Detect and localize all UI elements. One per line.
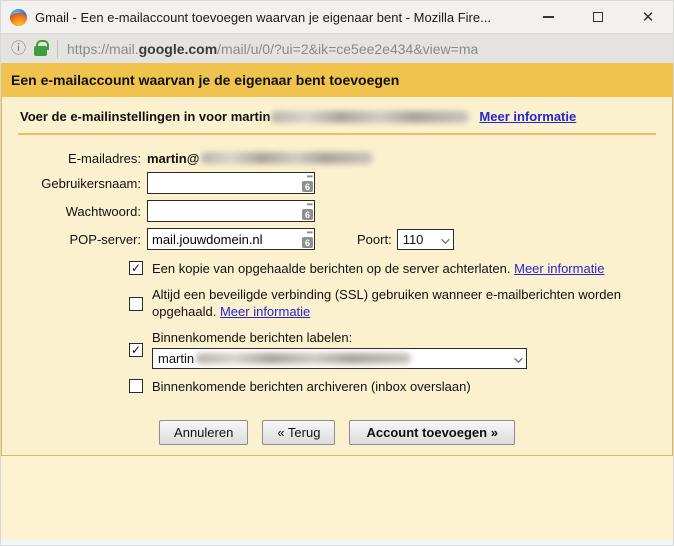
keep-copy-row: ✓ Een kopie van opgehaalde berichten op …: [2, 260, 672, 277]
minimize-icon: [543, 16, 554, 18]
redacted-email-blur: [271, 111, 469, 123]
close-icon: ✕: [642, 10, 655, 25]
redacted-email-blur: [201, 152, 373, 164]
url-path: /mail/u/0/?ui=2&ik=ce5ee2e434&view=ma: [217, 41, 478, 57]
email-address-row: E-mailadres: martin@: [2, 149, 672, 167]
keep-copy-more-info-link[interactable]: Meer informatie: [514, 261, 604, 276]
keep-copy-text: Een kopie van opgehaalde berichten op de…: [152, 260, 604, 277]
dialog-panel: Voer de e-mailinstellingen in voor marti…: [1, 97, 673, 456]
add-account-button[interactable]: Account toevoegen »: [349, 420, 514, 445]
window-controls: ✕: [523, 1, 673, 33]
pop-server-label: POP-server:: [2, 232, 147, 247]
intro-more-info-link[interactable]: Meer informatie: [479, 109, 576, 124]
cancel-button[interactable]: Annuleren: [159, 420, 248, 445]
ssl-checkbox[interactable]: ✓: [129, 297, 143, 311]
chevron-down-icon: [514, 354, 522, 362]
maximize-button[interactable]: [573, 1, 623, 33]
intro-line: Voer de e-mailinstellingen in voor marti…: [2, 97, 672, 124]
password-row: Wachtwoord: ••• 6: [2, 200, 672, 222]
email-address-value: martin@: [147, 151, 199, 166]
maximize-icon: [593, 12, 603, 22]
redacted-label-blur: [196, 353, 411, 364]
port-select[interactable]: 110: [397, 229, 454, 250]
secure-lock-icon[interactable]: [34, 46, 47, 56]
title-bar: Gmail - Een e-mailaccount toevoegen waar…: [1, 1, 673, 33]
url-domain: google.com: [139, 41, 218, 57]
checkmark-icon: ✓: [131, 262, 141, 274]
archive-checkbox[interactable]: ✓: [129, 379, 143, 393]
page-info-icon[interactable]: ⓘ: [11, 41, 26, 56]
username-row: Gebruikersnaam: ••• 6: [2, 172, 672, 194]
options-section: ✓ Een kopie van opgehaalde berichten op …: [2, 260, 672, 395]
url-text[interactable]: https://mail.google.com/mail/u/0/?ui=2&i…: [67, 41, 478, 57]
port-select-value: 110: [403, 232, 424, 247]
ssl-row: ✓ Altijd een beveiligde verbinding (SSL)…: [2, 286, 672, 320]
ssl-text: Altijd een beveiligde verbinding (SSL) g…: [152, 286, 632, 320]
button-bar: Annuleren « Terug Account toevoegen »: [2, 420, 672, 445]
password-manager-icon: ••• 6: [297, 174, 313, 193]
label-column: Binnenkomende berichten labelen: martin: [152, 329, 527, 369]
close-button[interactable]: ✕: [623, 1, 673, 33]
url-prefix: https://mail.: [67, 41, 139, 57]
browser-window: Gmail - Een e-mailaccount toevoegen waar…: [0, 0, 674, 546]
label-checkbox[interactable]: ✓: [129, 343, 143, 357]
dialog-title: Een e-mailaccount waarvan je de eigenaar…: [11, 72, 399, 88]
label-select-value: martin: [158, 351, 194, 366]
page-background: [1, 456, 673, 540]
email-address-label: E-mailadres:: [2, 151, 147, 166]
label-row: ✓ Binnenkomende berichten labelen: marti…: [2, 329, 672, 369]
intro-text: Voer de e-mailinstellingen in voor marti…: [20, 109, 270, 124]
bottom-strip: [1, 540, 673, 545]
password-manager-icon: ••• 6: [297, 230, 313, 249]
label-select[interactable]: martin: [152, 348, 527, 369]
email-settings-form: E-mailadres: martin@ Gebruikersnaam: •••…: [2, 149, 672, 250]
minimize-button[interactable]: [523, 1, 573, 33]
password-input[interactable]: [148, 202, 296, 220]
password-manager-icon: ••• 6: [297, 202, 313, 221]
firefox-icon: [10, 9, 27, 26]
pop-server-row: POP-server: ••• 6 Poort: 110: [2, 228, 672, 250]
archive-row: ✓ Binnenkomende berichten archiveren (in…: [2, 378, 672, 395]
username-input-wrap: ••• 6: [147, 172, 315, 194]
url-bar[interactable]: ⓘ https://mail.google.com/mail/u/0/?ui=2…: [1, 33, 673, 63]
window-title: Gmail - Een e-mailaccount toevoegen waar…: [35, 10, 491, 25]
ssl-more-info-link[interactable]: Meer informatie: [220, 304, 310, 319]
chevron-down-icon: [441, 235, 449, 243]
pop-server-input[interactable]: [148, 230, 296, 248]
header-separator: [18, 133, 656, 135]
pop-server-input-wrap: ••• 6: [147, 228, 315, 250]
archive-text: Binnenkomende berichten archiveren (inbo…: [152, 378, 471, 395]
keep-copy-checkbox[interactable]: ✓: [129, 261, 143, 275]
url-divider: [57, 40, 58, 58]
back-button[interactable]: « Terug: [262, 420, 335, 445]
username-label: Gebruikersnaam:: [2, 176, 147, 191]
password-label: Wachtwoord:: [2, 204, 147, 219]
port-label: Poort:: [357, 232, 392, 247]
password-input-wrap: ••• 6: [147, 200, 315, 222]
label-text: Binnenkomende berichten labelen:: [152, 329, 527, 346]
username-input[interactable]: [148, 174, 296, 192]
checkmark-icon: ✓: [131, 344, 141, 356]
dialog-header: Een e-mailaccount waarvan je de eigenaar…: [1, 63, 673, 97]
